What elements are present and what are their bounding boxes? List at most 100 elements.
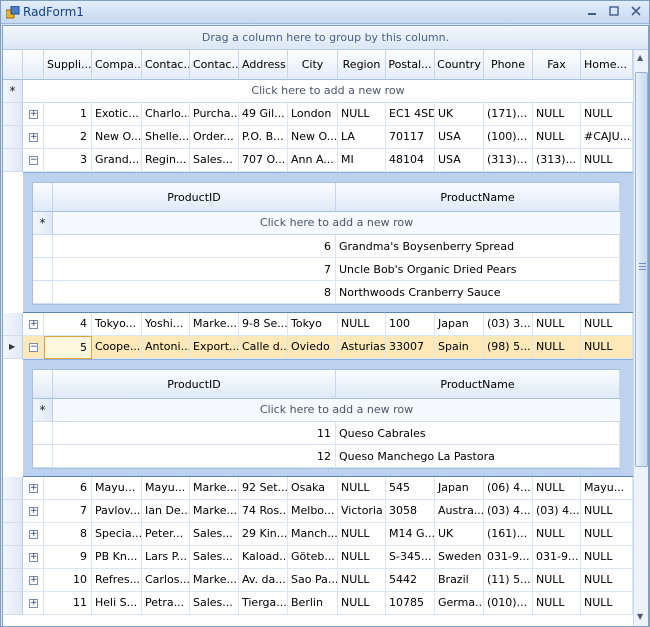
row-header[interactable]	[3, 546, 23, 569]
grid-cell[interactable]: NULL	[338, 546, 386, 569]
grid-cell[interactable]: UK	[435, 103, 484, 126]
grid-cell[interactable]: 100	[386, 313, 435, 336]
grid-cell[interactable]: 545	[386, 477, 435, 500]
grid-cell[interactable]: NULL	[581, 500, 633, 523]
grid-cell[interactable]: Tokyo...	[92, 313, 142, 336]
grid-cell[interactable]: NULL	[338, 592, 386, 615]
grid-cell[interactable]: Tokyo	[288, 313, 338, 336]
child-row-header[interactable]	[33, 235, 53, 258]
expander-cell[interactable]: +	[23, 592, 44, 615]
plus-box-icon[interactable]: +	[29, 599, 38, 608]
product-id-cell[interactable]: 8	[53, 281, 336, 304]
grid-cell[interactable]: Asturias	[338, 336, 386, 359]
child-column-header[interactable]: ProductName	[336, 370, 620, 399]
grid-cell[interactable]: Petra...	[142, 592, 190, 615]
grid-cell[interactable]: Japan	[435, 313, 484, 336]
supplier-id-cell[interactable]: 5	[44, 336, 92, 359]
grid-cell[interactable]: 74 Ros...	[239, 500, 288, 523]
product-name-cell[interactable]: Grandma's Boysenberry Spread	[336, 235, 620, 258]
title-bar[interactable]: RadForm1	[1, 1, 649, 24]
supplier-id-cell[interactable]: 9	[44, 546, 92, 569]
grid-cell[interactable]: NULL	[533, 569, 581, 592]
product-name-cell[interactable]: Queso Cabrales	[336, 422, 620, 445]
grid-cell[interactable]: 5442	[386, 569, 435, 592]
row-header[interactable]	[3, 569, 23, 592]
child-column-header[interactable]: ProductID	[53, 370, 336, 399]
grid-cell[interactable]: NULL	[533, 592, 581, 615]
grid-cell[interactable]: NULL	[581, 592, 633, 615]
grid-cell[interactable]: NULL	[338, 477, 386, 500]
grid-cell[interactable]: Göteb...	[288, 546, 338, 569]
child-column-header[interactable]: ProductName	[336, 183, 620, 212]
column-header[interactable]: Contac...	[142, 50, 190, 80]
grid-cell[interactable]: NULL	[533, 103, 581, 126]
grid-cell[interactable]: USA	[435, 149, 484, 172]
grid-cell[interactable]: Marke...	[190, 500, 239, 523]
expander-cell[interactable]: +	[23, 477, 44, 500]
grid-cell[interactable]: Exotic...	[92, 103, 142, 126]
minimize-button[interactable]	[583, 4, 601, 20]
child-grid[interactable]: ProductID ProductName * Click here to add a…	[32, 182, 620, 305]
grid-cell[interactable]: Austra...	[435, 500, 484, 523]
grid-cell[interactable]: 10785	[386, 592, 435, 615]
child-row-header[interactable]	[33, 258, 53, 281]
child-row-header[interactable]	[33, 445, 53, 468]
child-row-header[interactable]	[33, 422, 53, 445]
grid-cell[interactable]: Sweden	[435, 546, 484, 569]
grid-cell[interactable]: NULL	[581, 149, 633, 172]
column-header[interactable]: Home...	[581, 50, 633, 80]
grid-cell[interactable]: Export...	[190, 336, 239, 359]
column-header[interactable]: Suppli...	[44, 50, 92, 80]
grid-cell[interactable]: (98) 5...	[484, 336, 533, 359]
child-grid[interactable]: ProductID ProductName * Click here to add a…	[32, 369, 620, 469]
grid-cell[interactable]: Mayu...	[142, 477, 190, 500]
column-header[interactable]: City	[288, 50, 338, 80]
grid-cell[interactable]: NULL	[533, 477, 581, 500]
grid-cell[interactable]: Sales...	[190, 149, 239, 172]
grid-cell[interactable]: 031-9...	[533, 546, 581, 569]
product-name-cell[interactable]: Queso Manchego La Pastora	[336, 445, 620, 468]
plus-box-icon[interactable]: +	[29, 576, 38, 585]
grid-cell[interactable]: Oviedo	[288, 336, 338, 359]
row-header[interactable]	[3, 313, 23, 336]
row-header[interactable]: ▶	[3, 336, 23, 359]
expander-cell[interactable]: +	[23, 523, 44, 546]
scroll-up-icon[interactable]: ▲	[637, 53, 643, 62]
grid-cell[interactable]: 70117	[386, 126, 435, 149]
grid-cell[interactable]: NULL	[533, 126, 581, 149]
grid-cell[interactable]: Yoshi...	[142, 313, 190, 336]
grid-cell[interactable]: Refres...	[92, 569, 142, 592]
scrollbar-thumb[interactable]	[635, 72, 648, 467]
minus-box-icon[interactable]: −	[29, 156, 38, 165]
grid-cell[interactable]: 33007	[386, 336, 435, 359]
supplier-id-cell[interactable]: 11	[44, 592, 92, 615]
expander-cell[interactable]: −	[23, 149, 44, 172]
grid-cell[interactable]: Antoni...	[142, 336, 190, 359]
grid-cell[interactable]: 707 O...	[239, 149, 288, 172]
grid-cell[interactable]: Victoria	[338, 500, 386, 523]
grid-cell[interactable]: Marke...	[190, 477, 239, 500]
scroll-down-icon[interactable]: ▼	[637, 612, 643, 621]
product-id-cell[interactable]: 6	[53, 235, 336, 258]
maximize-button[interactable]	[605, 4, 623, 20]
grid-cell[interactable]: #CAJU...	[581, 126, 633, 149]
expander-cell[interactable]: +	[23, 103, 44, 126]
supplier-id-cell[interactable]: 3	[44, 149, 92, 172]
grid-cell[interactable]: (010)...	[484, 592, 533, 615]
child-add-new-row[interactable]: Click here to add a new row	[53, 399, 620, 422]
grid-cell[interactable]: Peter...	[142, 523, 190, 546]
row-header[interactable]	[3, 149, 23, 172]
supplier-id-cell[interactable]: 10	[44, 569, 92, 592]
grid-cell[interactable]: Spain	[435, 336, 484, 359]
close-button[interactable]	[627, 4, 645, 20]
column-header[interactable]: Address	[239, 50, 288, 80]
child-row-header[interactable]	[33, 281, 53, 304]
grid-cell[interactable]: EC1 4SD	[386, 103, 435, 126]
grid-cell[interactable]: PB Kn...	[92, 546, 142, 569]
grid-cell[interactable]: (03) 4...	[533, 500, 581, 523]
grid-cell[interactable]: NULL	[581, 313, 633, 336]
plus-box-icon[interactable]: +	[29, 484, 38, 493]
grid-cell[interactable]: 29 Kin...	[239, 523, 288, 546]
grid-cell[interactable]: NULL	[581, 336, 633, 359]
grid-cell[interactable]: Sales...	[190, 546, 239, 569]
